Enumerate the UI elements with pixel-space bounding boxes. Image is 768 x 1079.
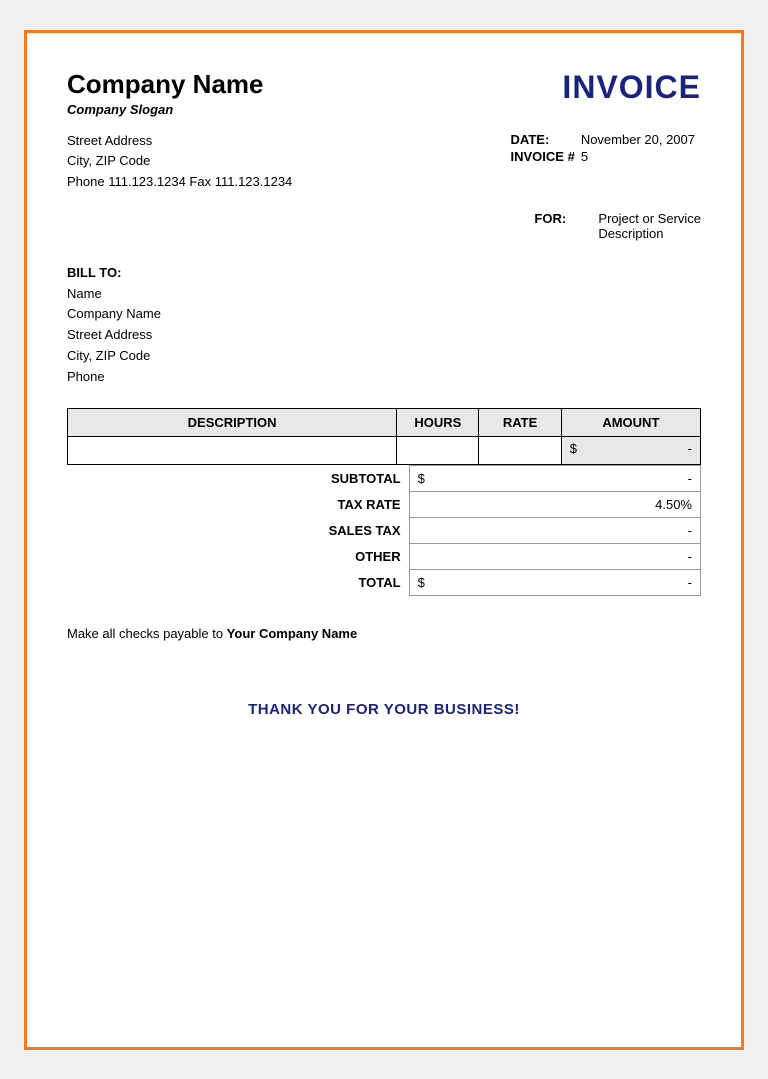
subtotal-row: SUBTOTAL $ - bbox=[67, 465, 701, 491]
footer-note-text: Make all checks payable to bbox=[67, 626, 227, 641]
rate-cell bbox=[479, 436, 561, 464]
company-info: Company Name Company Slogan bbox=[67, 69, 264, 117]
sender-street: Street Address bbox=[67, 131, 292, 152]
amount-value: $ - bbox=[570, 441, 692, 456]
bill-to-section: BILL TO: Name Company Name Street Addres… bbox=[67, 263, 701, 388]
sales-tax-value: - bbox=[409, 517, 700, 543]
subtotal-value: $ - bbox=[409, 465, 700, 491]
thank-you-message: THANK YOU FOR YOUR BUSINESS! bbox=[67, 701, 701, 718]
for-description: Project or Service Description bbox=[598, 211, 701, 241]
bill-to-company: Company Name bbox=[67, 304, 701, 325]
for-line1: Project or Service bbox=[598, 211, 701, 226]
col-amount: AMOUNT bbox=[561, 408, 700, 436]
address-date-section: Street Address City, ZIP Code Phone 111.… bbox=[67, 131, 701, 193]
bill-to-name: Name bbox=[67, 284, 701, 305]
col-hours: HOURS bbox=[397, 408, 479, 436]
subtotal-dollar: $ bbox=[418, 471, 425, 486]
table-row: $ - bbox=[68, 436, 701, 464]
other-value: - bbox=[409, 543, 700, 569]
totals-table: SUBTOTAL $ - TAX RATE 4.50% SALES TAX - … bbox=[67, 465, 701, 596]
dollar-sign: $ bbox=[570, 441, 577, 456]
total-label: TOTAL bbox=[67, 569, 409, 595]
sender-address: Street Address City, ZIP Code Phone 111.… bbox=[67, 131, 292, 193]
header-section: Company Name Company Slogan INVOICE bbox=[67, 69, 701, 117]
invoice-meta: DATE: November 20, 2007 INVOICE # 5 bbox=[511, 131, 701, 165]
company-slogan: Company Slogan bbox=[67, 102, 264, 117]
bill-to-city-zip: City, ZIP Code bbox=[67, 346, 701, 367]
footer-note: Make all checks payable to Your Company … bbox=[67, 626, 701, 641]
bill-to-label: BILL TO: bbox=[67, 263, 701, 284]
invoice-num-label: INVOICE # bbox=[511, 148, 581, 165]
total-amount: - bbox=[688, 575, 692, 590]
sender-phone-fax: Phone 111.123.1234 Fax 111.123.1234 bbox=[67, 172, 292, 193]
subtotal-amount: - bbox=[688, 471, 692, 486]
bill-to-phone: Phone bbox=[67, 367, 701, 388]
invoice-table: DESCRIPTION HOURS RATE AMOUNT bbox=[67, 408, 701, 465]
company-name: Company Name bbox=[67, 69, 264, 100]
tax-rate-row: TAX RATE 4.50% bbox=[67, 491, 701, 517]
desc-cell bbox=[68, 436, 397, 464]
invoice-page: Company Name Company Slogan INVOICE Stre… bbox=[24, 30, 744, 1050]
for-section: FOR: Project or Service Description bbox=[67, 211, 701, 241]
tax-rate-label: TAX RATE bbox=[67, 491, 409, 517]
for-row: FOR: Project or Service Description bbox=[534, 211, 701, 241]
invoice-num-value: 5 bbox=[581, 148, 701, 165]
amount-cell: $ - bbox=[561, 436, 700, 464]
invoice-title: INVOICE bbox=[562, 69, 701, 106]
hours-cell bbox=[397, 436, 479, 464]
for-line2: Description bbox=[598, 226, 701, 241]
col-description: DESCRIPTION bbox=[68, 408, 397, 436]
date-value: November 20, 2007 bbox=[581, 131, 701, 148]
other-row: OTHER - bbox=[67, 543, 701, 569]
for-label: FOR: bbox=[534, 211, 584, 241]
sender-city-zip: City, ZIP Code bbox=[67, 151, 292, 172]
footer-company-name: Your Company Name bbox=[227, 626, 358, 641]
sales-tax-label: SALES TAX bbox=[67, 517, 409, 543]
total-row: TOTAL $ - bbox=[67, 569, 701, 595]
amount-dash: - bbox=[688, 441, 692, 456]
date-label: DATE: bbox=[511, 131, 581, 148]
bill-to-street: Street Address bbox=[67, 325, 701, 346]
sales-tax-row: SALES TAX - bbox=[67, 517, 701, 543]
col-rate: RATE bbox=[479, 408, 561, 436]
total-dollar: $ bbox=[418, 575, 425, 590]
other-label: OTHER bbox=[67, 543, 409, 569]
total-value: $ - bbox=[409, 569, 700, 595]
tax-rate-value: 4.50% bbox=[409, 491, 700, 517]
subtotal-label: SUBTOTAL bbox=[67, 465, 409, 491]
